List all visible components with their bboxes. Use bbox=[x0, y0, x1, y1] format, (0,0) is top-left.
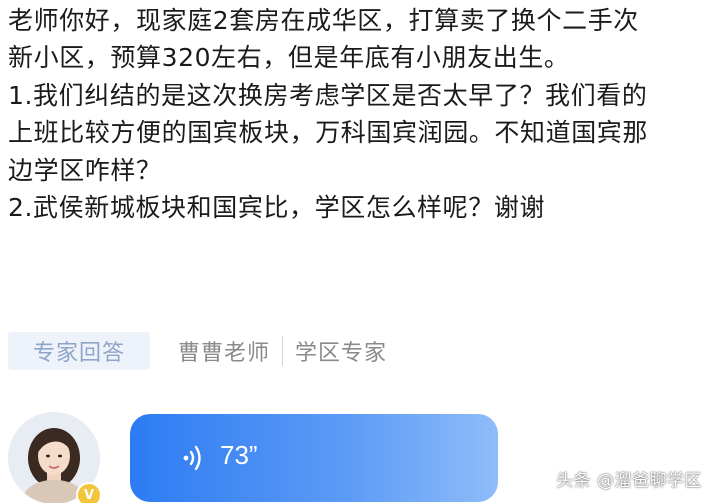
question-line: 新小区，预算320左右，但是年底有小朋友出生。 bbox=[8, 43, 570, 73]
question-line: 边学区咋样？ bbox=[8, 155, 162, 185]
answer-meta: 专家回答 曹曹老师 学区专家 bbox=[8, 332, 387, 370]
question-text: 老师你好，现家庭2套房在成华区，打算卖了换个二手次 新小区，预算320左右，但是… bbox=[8, 2, 708, 226]
meta-divider bbox=[282, 336, 284, 366]
watermark: 头条 @溜爸聊学区 bbox=[556, 471, 702, 491]
voice-duration: 73” bbox=[220, 440, 258, 470]
question-line: 老师你好，现家庭2套房在成华区，打算卖了换个二手次 bbox=[8, 6, 639, 35]
expert-name[interactable]: 曹曹老师 bbox=[178, 335, 270, 367]
verified-badge-icon: V bbox=[76, 482, 102, 503]
expert-role: 学区专家 bbox=[295, 341, 388, 366]
sound-wave-icon bbox=[183, 445, 201, 471]
question-line: 上班比较方便的国宾板块，万科国宾润园。不知道国宾那 bbox=[8, 118, 649, 148]
voice-answer-player[interactable]: 73” bbox=[130, 414, 498, 502]
expert-avatar[interactable]: V bbox=[8, 412, 102, 503]
expert-answer-tag: 专家回答 bbox=[8, 332, 150, 370]
question-line: 1.我们纠结的是这次换房考虑学区是否太早了？我们看的 bbox=[8, 80, 648, 110]
question-line: 2.武侯新城板块和国宾比，学区怎么样呢？谢谢 bbox=[8, 193, 546, 223]
